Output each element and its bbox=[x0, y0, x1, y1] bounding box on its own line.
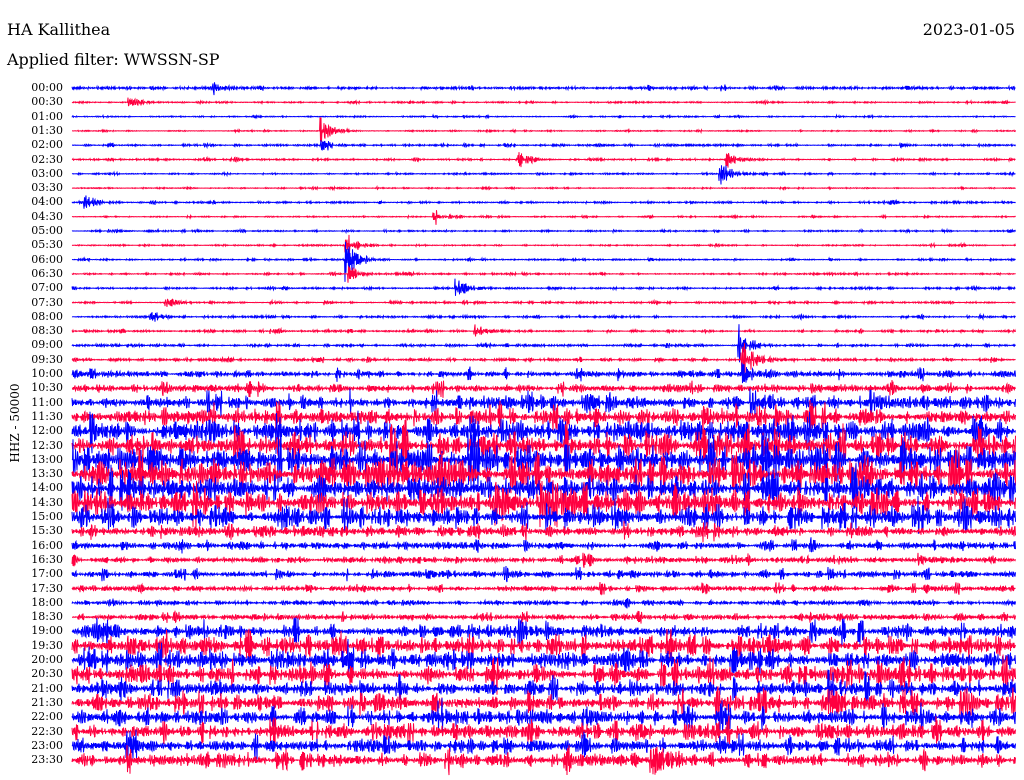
trace-1700 bbox=[71, 565, 1016, 583]
trace-0400 bbox=[71, 195, 1016, 209]
trace-0230 bbox=[71, 152, 1016, 168]
trace-1630 bbox=[71, 552, 1016, 568]
trace-1730 bbox=[71, 581, 1016, 596]
trace-0630 bbox=[71, 265, 1016, 283]
trace-1800 bbox=[71, 598, 1016, 609]
trace-0500 bbox=[71, 227, 1016, 235]
trace-0600 bbox=[71, 241, 1016, 282]
trace-0100 bbox=[71, 113, 1016, 120]
trace-0200 bbox=[72, 140, 1016, 151]
trace-0330 bbox=[71, 184, 1016, 192]
trace-0730 bbox=[71, 298, 1016, 307]
trace-0800 bbox=[71, 312, 1016, 322]
trace-0830 bbox=[71, 324, 1016, 337]
trace-0130 bbox=[72, 117, 1016, 142]
trace-1830 bbox=[72, 610, 1016, 624]
trace-0030 bbox=[71, 97, 1016, 107]
trace-0000 bbox=[71, 82, 1016, 96]
trace-0430 bbox=[71, 210, 1016, 225]
trace-0300 bbox=[71, 165, 1016, 185]
trace-0700 bbox=[71, 278, 1016, 296]
trace-0530 bbox=[71, 234, 1016, 254]
trace-2330 bbox=[71, 745, 1016, 776]
trace-1600 bbox=[71, 537, 1016, 554]
helicorder-plot bbox=[71, 82, 1016, 776]
trace-1000 bbox=[71, 362, 1016, 384]
